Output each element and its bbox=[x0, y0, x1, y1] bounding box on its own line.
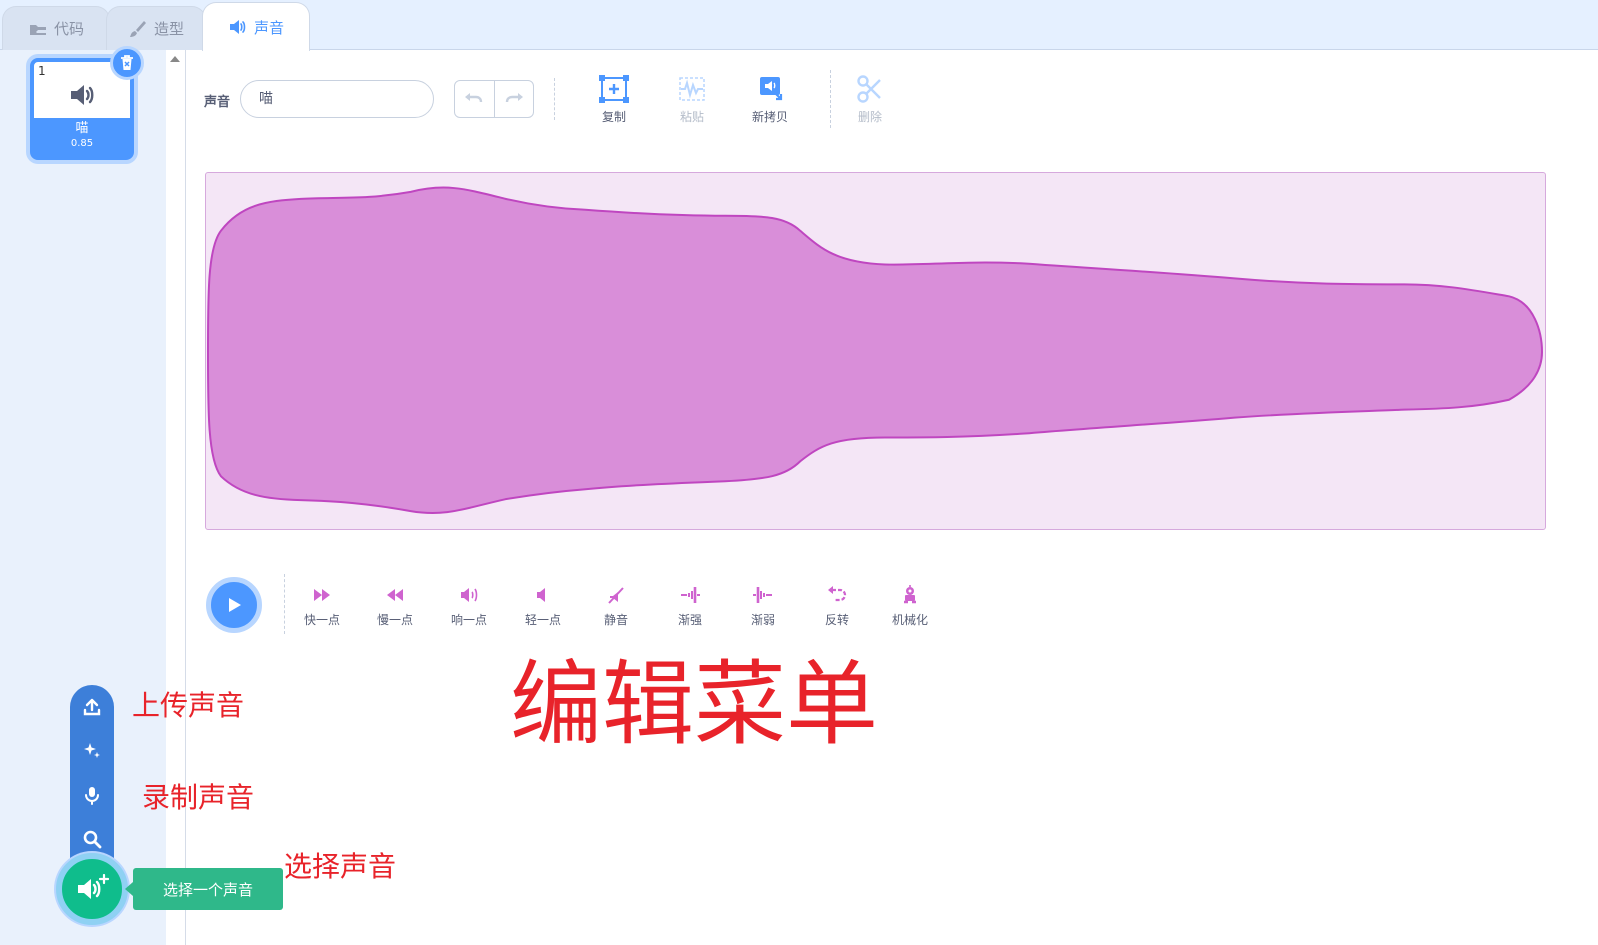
effect-louder-button[interactable]: 响一点 bbox=[434, 585, 504, 628]
delete-selection-label: 删除 bbox=[857, 110, 882, 124]
softer-icon bbox=[537, 588, 545, 602]
annotation-upload-sound: 上传声音 bbox=[132, 689, 245, 722]
code-icon bbox=[29, 24, 46, 35]
sound-tile-name: 喵 bbox=[75, 121, 89, 136]
play-icon bbox=[229, 598, 241, 612]
effect-mute-button[interactable]: 静音 bbox=[581, 585, 651, 628]
choose-sound-button[interactable] bbox=[56, 853, 128, 925]
speaker-icon bbox=[229, 20, 246, 34]
sound-name-label: 声音 bbox=[204, 95, 231, 110]
tab-code-label: 代码 bbox=[53, 20, 84, 38]
effect-softer-button[interactable]: 轻一点 bbox=[508, 585, 578, 628]
sound-tile-index: 1 bbox=[38, 64, 46, 78]
scroll-up-arrow-icon[interactable] bbox=[170, 56, 180, 62]
upload-sound-button[interactable] bbox=[77, 692, 107, 722]
effect-robot-label: 机械化 bbox=[891, 613, 928, 627]
effect-fade-out-button[interactable]: 渐弱 bbox=[728, 585, 798, 628]
annotation-record-sound: 录制声音 bbox=[142, 781, 255, 814]
effect-reverse-label: 反转 bbox=[824, 613, 849, 627]
faster-icon bbox=[314, 589, 330, 601]
effect-faster-button[interactable]: 快一点 bbox=[287, 585, 357, 628]
delete-selection-button[interactable]: 删除 bbox=[840, 74, 900, 125]
tab-sound[interactable]: 声音 bbox=[202, 2, 310, 51]
trash-icon bbox=[121, 55, 133, 70]
add-sound-icon bbox=[78, 874, 109, 899]
waveform-canvas[interactable] bbox=[205, 172, 1546, 530]
paste-label: 粘贴 bbox=[679, 110, 704, 124]
effect-louder-label: 响一点 bbox=[450, 613, 487, 627]
effect-reverse-button[interactable]: 反转 bbox=[802, 585, 872, 628]
surprise-icon bbox=[84, 743, 100, 758]
sound-tile-footer: 喵 0.85 bbox=[34, 118, 130, 156]
paste-button[interactable]: 粘贴 bbox=[662, 74, 722, 125]
tab-code[interactable]: 代码 bbox=[2, 6, 110, 50]
copy-to-new-button[interactable]: 新拷贝 bbox=[740, 74, 800, 125]
search-icon bbox=[83, 830, 102, 849]
sound-tile[interactable]: 1 喵 0.85 bbox=[30, 46, 144, 160]
copy-to-new-label: 新拷贝 bbox=[751, 110, 788, 124]
undo-icon bbox=[465, 93, 483, 103]
paste-icon bbox=[679, 77, 705, 101]
effect-fade-in-button[interactable]: 渐强 bbox=[655, 585, 725, 628]
effects-divider bbox=[284, 574, 285, 634]
effect-slower-button[interactable]: 慢一点 bbox=[360, 585, 430, 628]
effect-slower-label: 慢一点 bbox=[376, 613, 413, 627]
effect-mute-label: 静音 bbox=[603, 613, 628, 627]
record-sound-button[interactable] bbox=[77, 780, 107, 810]
copy-to-new-icon bbox=[760, 77, 783, 101]
effect-fade-out-label: 渐弱 bbox=[750, 613, 775, 627]
play-sound-button[interactable] bbox=[206, 577, 262, 633]
undo-redo-group bbox=[454, 80, 534, 118]
robot-icon bbox=[904, 585, 916, 604]
effect-faster-label: 快一点 bbox=[303, 613, 340, 627]
mute-icon bbox=[608, 587, 624, 604]
toolbar-divider bbox=[830, 70, 831, 128]
fade-out-icon bbox=[753, 587, 772, 603]
speaker-icon bbox=[71, 85, 94, 105]
copy-icon bbox=[599, 75, 629, 103]
waveform-shape bbox=[206, 186, 1544, 515]
copy-label: 复制 bbox=[601, 110, 626, 124]
brush-icon bbox=[129, 20, 146, 37]
scissors-icon bbox=[857, 75, 881, 103]
tab-costume[interactable]: 造型 bbox=[106, 6, 206, 50]
search-sound-button[interactable] bbox=[77, 824, 107, 854]
sound-tile-duration: 0.85 bbox=[70, 138, 94, 149]
slower-icon bbox=[387, 589, 403, 601]
tab-costume-label: 造型 bbox=[153, 20, 184, 38]
delete-sound-button[interactable] bbox=[110, 46, 144, 80]
editor-tab-bar: 代码 造型 声音 bbox=[0, 0, 1598, 51]
toolbar-divider bbox=[554, 78, 555, 120]
annotation-choose-sound: 选择声音 bbox=[284, 850, 397, 883]
tab-sound-label: 声音 bbox=[253, 18, 284, 37]
redo-button[interactable] bbox=[493, 81, 534, 117]
effect-fade-in-label: 渐强 bbox=[677, 613, 702, 627]
effect-softer-label: 轻一点 bbox=[524, 613, 561, 627]
annotation-edit-menu: 编辑菜单 bbox=[510, 651, 879, 758]
redo-icon bbox=[505, 93, 523, 103]
effect-robot-button[interactable]: 机械化 bbox=[875, 585, 945, 628]
choose-sound-tooltip: 选择一个声音 bbox=[125, 868, 283, 910]
undo-button[interactable] bbox=[455, 81, 494, 117]
surprise-sound-button[interactable] bbox=[77, 736, 107, 766]
louder-icon bbox=[461, 588, 478, 602]
upload-icon bbox=[83, 698, 101, 716]
fade-in-icon bbox=[681, 587, 700, 603]
sound-name-input[interactable]: 喵 bbox=[240, 80, 434, 118]
reverse-icon bbox=[828, 586, 847, 602]
waveform-graph bbox=[206, 186, 1544, 515]
copy-button[interactable]: 复制 bbox=[584, 74, 644, 125]
microphone-icon bbox=[85, 787, 99, 805]
